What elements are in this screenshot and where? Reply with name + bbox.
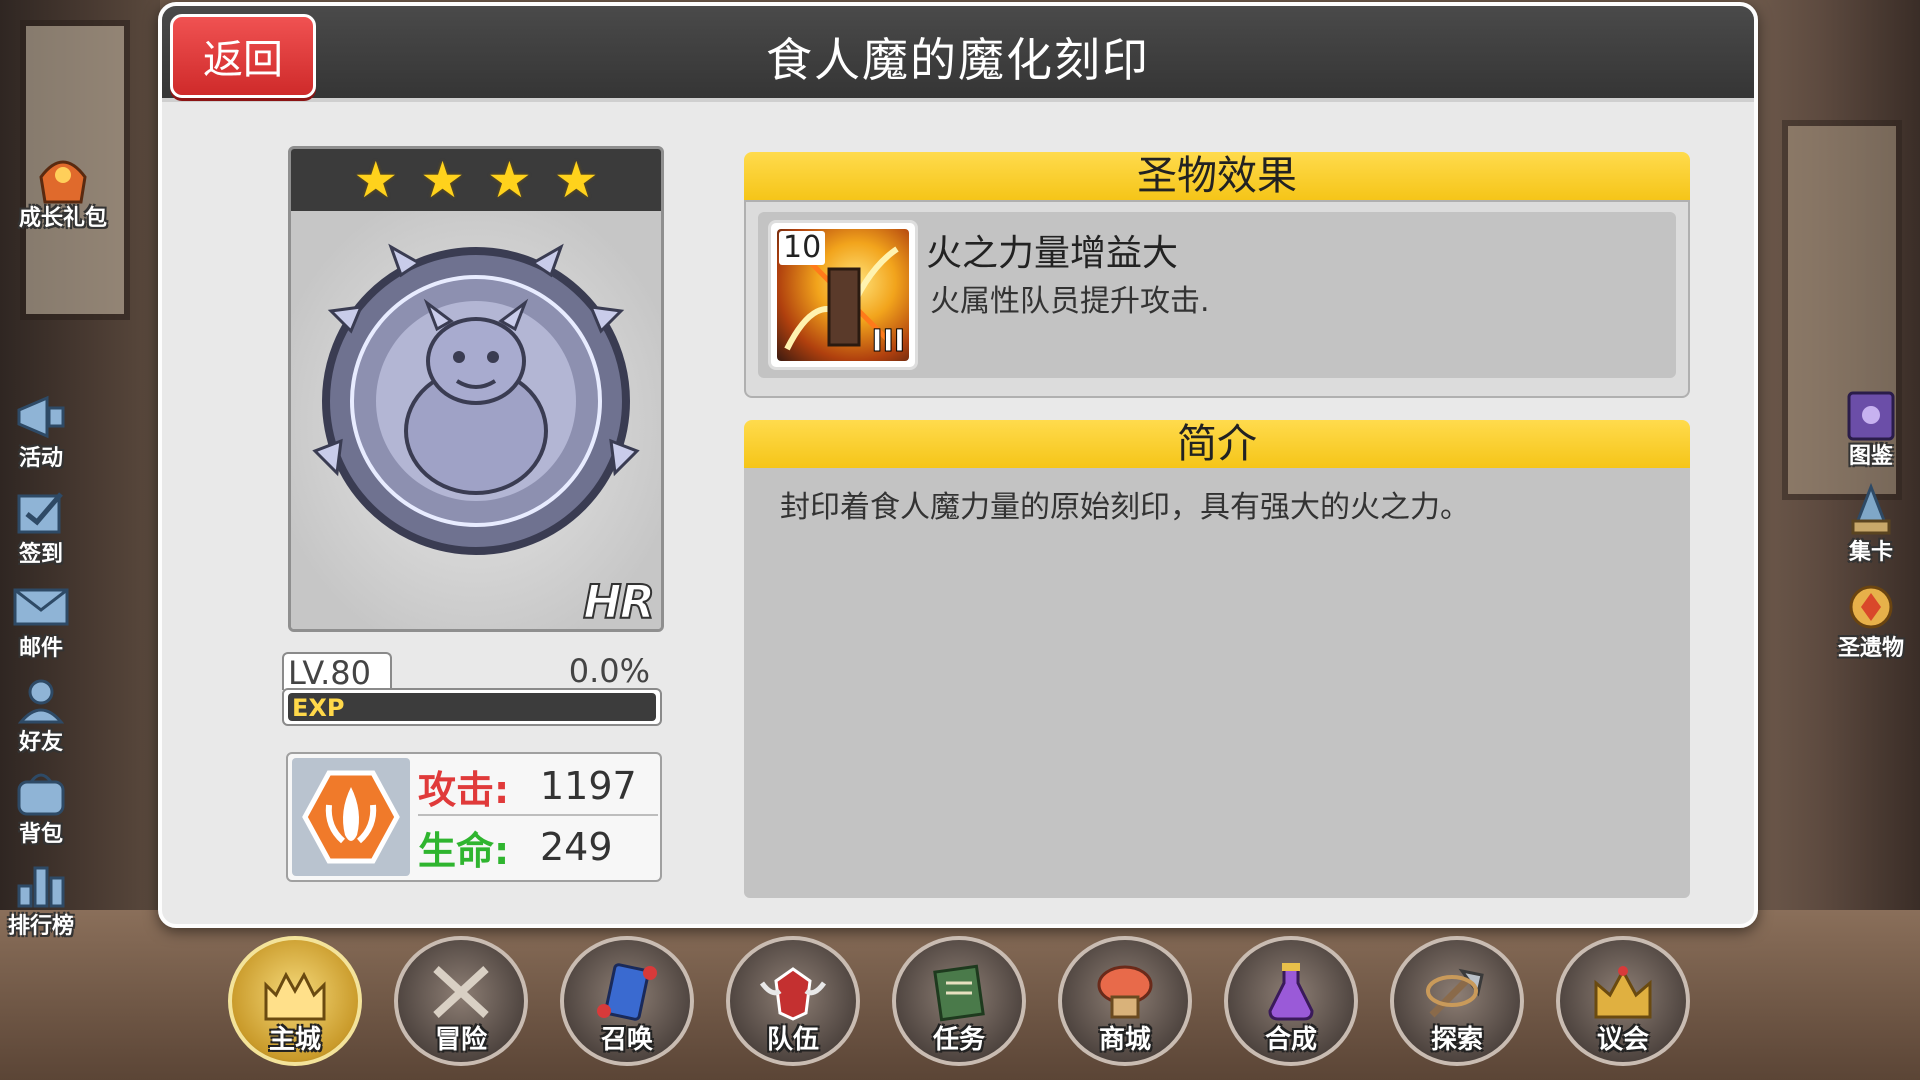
hp-value: 249 — [540, 825, 613, 869]
relic-icon — [1839, 580, 1903, 634]
nav-label: 主城 — [268, 1025, 321, 1055]
attack-stat-row: 攻击: 1197 — [418, 758, 658, 816]
nav-label: 探索 — [1430, 1025, 1483, 1055]
exp-label: EXP — [292, 694, 345, 722]
cards-icon — [1839, 483, 1903, 538]
side-item-label: 活动 — [18, 446, 63, 471]
nav-council[interactable]: 议会 — [1556, 936, 1690, 1066]
nav-label: 商城 — [1098, 1025, 1151, 1055]
intro-header: 简介 — [744, 420, 1690, 468]
book-icon — [1839, 388, 1903, 442]
rarity-badge: HR — [582, 574, 656, 629]
hp-label: 生命: — [418, 828, 510, 873]
castle-icon — [264, 971, 326, 1021]
star-rating: ★ ★ ★ ★ — [291, 149, 661, 211]
nav-label: 冒险 — [434, 1025, 487, 1055]
shop-icon — [1097, 965, 1153, 1019]
side-item-label: 好友 — [18, 730, 63, 755]
exp-track: EXP — [288, 693, 656, 722]
council-icon — [1594, 966, 1652, 1019]
relic-card: ★ ★ ★ ★ HR — [288, 146, 664, 632]
summon-icon — [597, 963, 657, 1021]
side-item-ranking[interactable]: 排行榜 — [0, 858, 86, 940]
side-item-label: 签到 — [18, 542, 63, 567]
intro-panel: 封印着食人魔力量的原始刻印，具有强大的火之力。 — [744, 468, 1690, 898]
nav-adventure[interactable]: 冒险 — [394, 936, 528, 1066]
side-item-codex[interactable]: 图鉴 — [1826, 388, 1916, 470]
exp-bar: EXP — [282, 688, 662, 726]
team-icon — [759, 967, 827, 1021]
dialog-title: 食人魔的魔化刻印 — [766, 33, 1150, 87]
star-icon: ★ — [487, 151, 532, 209]
side-item-bag[interactable]: 背包 — [0, 766, 86, 848]
megaphone-icon — [9, 390, 73, 444]
side-item-label: 圣遗物 — [1837, 636, 1904, 661]
effect-panel: 10 III 火之力量增益大 火属性队员提升攻击. — [744, 200, 1690, 398]
nav-summon[interactable]: 召唤 — [560, 936, 694, 1066]
fire-element-icon — [292, 758, 410, 876]
side-item-label: 集卡 — [1848, 540, 1893, 565]
nav-team[interactable]: 队伍 — [726, 936, 860, 1066]
side-item-cards[interactable]: 集卡 — [1826, 483, 1916, 566]
bag-icon — [9, 766, 73, 820]
side-item-label: 邮件 — [18, 636, 63, 661]
nav-shop[interactable]: 商城 — [1058, 936, 1192, 1066]
gift-icon — [31, 150, 95, 204]
relic-detail-dialog: 返回 食人魔的魔化刻印 ★ ★ ★ ★ HR LV.80 0.0% EXP 攻击… — [158, 2, 1758, 928]
ranking-icon — [9, 858, 73, 912]
relic-artwork: HR — [291, 211, 661, 629]
nav-craft[interactable]: 合成 — [1224, 936, 1358, 1066]
skill-tier-badge: III — [871, 324, 905, 360]
star-icon: ★ — [353, 151, 399, 209]
star-icon: ★ — [553, 151, 599, 209]
side-item-label: 成长礼包 — [18, 206, 107, 231]
mail-icon — [9, 580, 73, 634]
nav-label: 合成 — [1264, 1025, 1317, 1055]
effect-row[interactable]: 10 III 火之力量增益大 火属性队员提升攻击. — [758, 212, 1676, 378]
nav-quest[interactable]: 任务 — [892, 936, 1026, 1066]
intro-text: 封印着食人魔力量的原始刻印，具有强大的火之力。 — [780, 490, 1470, 525]
nav-explore[interactable]: 探索 — [1390, 936, 1524, 1066]
level-label: LV.80 — [282, 652, 392, 692]
swords-icon — [433, 966, 489, 1018]
nav-main-city[interactable]: 主城 — [228, 936, 362, 1066]
attack-value: 1197 — [540, 764, 637, 808]
star-icon: ★ — [420, 151, 465, 209]
friends-icon — [9, 674, 73, 728]
skill-level-badge: 10 — [779, 231, 826, 265]
skill-icon-frame[interactable]: 10 III — [768, 220, 918, 370]
side-item-mail[interactable]: 邮件 — [0, 580, 86, 662]
side-item-checkin[interactable]: 签到 — [0, 486, 86, 568]
checkin-icon — [9, 486, 73, 540]
side-item-label: 图鉴 — [1848, 444, 1893, 469]
fire-skill-icon: 10 III — [777, 229, 909, 361]
nav-label: 队伍 — [766, 1025, 819, 1055]
level-exp-panel: LV.80 0.0% EXP — [282, 652, 662, 726]
attack-label: 攻击: — [418, 767, 510, 812]
nav-label: 召唤 — [600, 1025, 653, 1055]
side-item-friends[interactable]: 好友 — [0, 674, 86, 756]
side-item-growth-pack[interactable]: 成长礼包 — [18, 150, 108, 232]
hp-stat-row: 生命: 249 — [418, 818, 658, 876]
side-item-label: 背包 — [18, 822, 63, 847]
effect-header: 圣物效果 — [744, 152, 1690, 200]
nav-label: 议会 — [1596, 1025, 1649, 1055]
potion-icon — [1268, 963, 1314, 1021]
exp-percent: 0.0% — [568, 652, 650, 690]
nav-label: 任务 — [932, 1025, 985, 1055]
side-item-relics[interactable]: 圣遗物 — [1826, 580, 1916, 662]
skill-description: 火属性队员提升攻击. — [930, 284, 1210, 319]
quest-icon — [933, 964, 985, 1022]
explore-icon — [1426, 968, 1484, 1018]
dialog-titlebar: 返回 食人魔的魔化刻印 — [162, 6, 1754, 102]
bottom-nav: 主城 冒险 召唤 队伍 任务 商城 合成 探索 议会 — [228, 936, 1708, 1072]
skill-name: 火之力量增益大 — [926, 233, 1179, 274]
stats-panel: 攻击: 1197 生命: 249 — [286, 752, 662, 882]
ogre-seal-emblem — [312, 243, 640, 555]
side-item-label: 排行榜 — [7, 914, 74, 939]
side-item-events[interactable]: 活动 — [0, 390, 86, 472]
